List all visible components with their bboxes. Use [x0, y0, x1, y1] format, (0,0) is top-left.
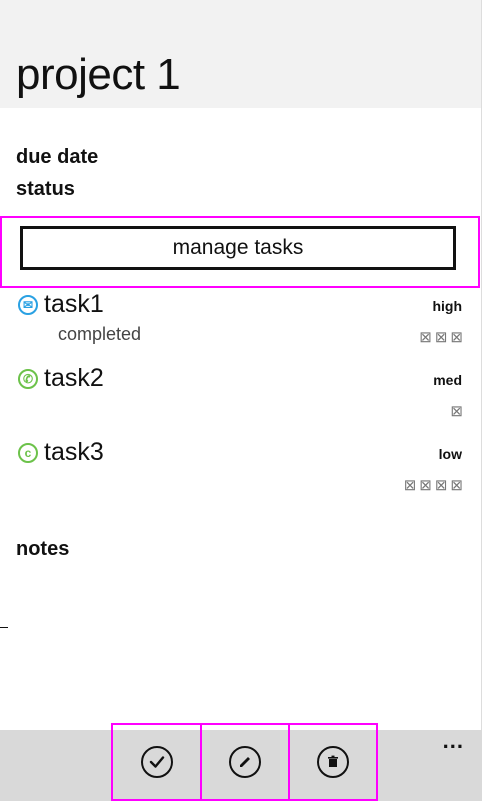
task-name: task1 — [44, 290, 104, 318]
trash-icon — [317, 746, 349, 778]
task-priority-boxes: ⊠ — [450, 403, 466, 420]
task-priority: low — [438, 446, 462, 462]
more-options-button[interactable]: ... — [443, 728, 464, 754]
page-header: project 1 — [0, 0, 482, 108]
task-item-1[interactable]: ✉ task1 completed high ⊠⊠⊠ — [0, 290, 482, 360]
due-date-label: due date — [16, 146, 99, 168]
task-priority: med — [433, 372, 462, 388]
manage-tasks-button[interactable]: manage tasks — [20, 226, 456, 270]
page-title: project 1 — [16, 50, 181, 99]
task-item-2[interactable]: ✆ task2 med ⊠ — [0, 364, 482, 434]
task-name: task2 — [44, 364, 104, 392]
task-priority-boxes: ⊠⊠⊠⊠ — [403, 477, 466, 494]
task-item-3[interactable]: c task3 low ⊠⊠⊠⊠ — [0, 438, 482, 508]
contact-icon: c — [18, 443, 38, 463]
task-priority-boxes: ⊠⊠⊠ — [419, 329, 466, 346]
complete-button[interactable] — [111, 723, 202, 801]
phone-icon: ✆ — [18, 369, 38, 389]
edit-button[interactable] — [200, 723, 290, 801]
pencil-icon — [229, 746, 261, 778]
message-icon: ✉ — [18, 295, 38, 315]
task-status: completed — [58, 324, 142, 344]
status-label: status — [16, 178, 75, 200]
task-name: task3 — [44, 438, 104, 466]
notes-label: notes — [16, 538, 70, 560]
task-priority: high — [432, 298, 462, 314]
check-icon — [140, 746, 173, 778]
divider-tick — [0, 627, 8, 628]
delete-button[interactable] — [288, 723, 378, 801]
